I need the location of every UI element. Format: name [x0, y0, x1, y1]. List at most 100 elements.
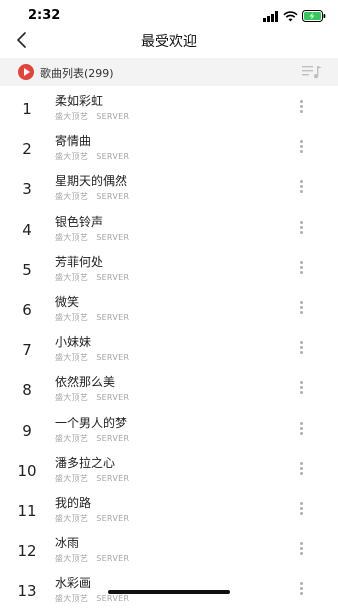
song-title: 芳菲何处	[55, 254, 104, 269]
song-artist: 盛大顶艺	[55, 192, 89, 202]
song-index: 5	[22, 260, 32, 279]
song-title: 寄情曲	[55, 134, 92, 149]
song-index: 7	[22, 341, 32, 360]
song-artist: 盛大顶艺	[55, 513, 89, 523]
song-artist: 盛大顶艺	[55, 433, 89, 443]
song-list-count-label: 歌曲列表(299)	[40, 67, 114, 80]
song-meta: 盛大顶艺 SERVER	[55, 433, 129, 444]
more-vertical-icon[interactable]	[298, 381, 304, 397]
song-title: 一个男人的梦	[55, 415, 128, 430]
home-indicator[interactable]	[108, 590, 230, 594]
more-vertical-icon[interactable]	[298, 100, 304, 116]
status-time: 2:32	[28, 8, 61, 23]
more-vertical-icon[interactable]	[298, 300, 304, 317]
song-title: 柔如彩虹	[55, 94, 104, 108]
song-artist: 盛大顶艺	[55, 473, 89, 483]
song-index: 9	[22, 421, 32, 440]
song-title: 潘多拉之心	[55, 455, 116, 470]
song-meta: 盛大顶艺 SERVER	[55, 352, 129, 363]
more-vertical-icon[interactable]	[298, 220, 304, 237]
song-row[interactable]: 7 小妹妹 盛大顶艺 SERVER	[0, 329, 338, 369]
song-source: SERVER	[96, 353, 130, 363]
song-source: SERVER	[96, 433, 130, 443]
song-index: 6	[22, 300, 32, 319]
song-artist: 盛大顶艺	[55, 554, 89, 564]
song-source: SERVER	[96, 192, 130, 202]
song-index: 13	[17, 582, 37, 601]
nav-bar: 最受欢迎	[0, 26, 338, 56]
song-index: 2	[22, 140, 32, 159]
song-row[interactable]: 2 寄情曲 盛大顶艺 SERVER	[0, 128, 338, 168]
more-vertical-icon[interactable]	[298, 341, 304, 357]
song-row[interactable]: 11 我的路 盛大顶艺 SERVER	[0, 490, 338, 530]
wifi-icon	[283, 10, 298, 21]
song-meta: 盛大顶艺 SERVER	[55, 473, 129, 484]
song-row[interactable]: 10 潘多拉之心 盛大顶艺 SERVER	[0, 450, 338, 490]
song-row[interactable]: 3 星期天的偶然 盛大顶艺 SERVER	[0, 168, 338, 208]
song-row[interactable]: 4 银色铃声 盛大顶艺 SERVER	[0, 209, 338, 249]
song-artist: 盛大顶艺	[55, 312, 89, 322]
song-source: SERVER	[96, 393, 130, 403]
more-vertical-icon[interactable]	[298, 260, 304, 277]
song-meta: 盛大顶艺 SERVER	[55, 553, 129, 564]
song-artist: 盛大顶艺	[55, 393, 89, 403]
song-source: SERVER	[96, 112, 130, 121]
song-source: SERVER	[96, 554, 130, 564]
song-title: 依然那么美	[55, 375, 116, 390]
song-meta: 盛大顶艺 SERVER	[55, 392, 129, 403]
more-vertical-icon[interactable]	[298, 421, 304, 438]
song-artist: 盛大顶艺	[55, 152, 89, 162]
song-title: 微笑	[55, 294, 80, 309]
song-meta: 盛大顶艺 SERVER	[55, 593, 129, 604]
song-meta: 盛大顶艺 SERVER	[55, 312, 129, 323]
battery-charging-icon	[302, 10, 326, 22]
more-vertical-icon[interactable]	[298, 501, 304, 518]
song-meta: 盛大顶艺 SERVER	[55, 272, 129, 283]
song-list-header: 歌曲列表(299)	[0, 58, 338, 86]
song-index: 12	[17, 542, 37, 561]
more-vertical-icon[interactable]	[298, 582, 304, 598]
song-artist: 盛大顶艺	[55, 112, 89, 121]
more-vertical-icon[interactable]	[298, 461, 304, 478]
song-row[interactable]: 12 冰雨 盛大顶艺 SERVER	[0, 530, 338, 570]
song-row[interactable]: 9 一个男人的梦 盛大顶艺 SERVER	[0, 410, 338, 450]
song-index: 4	[22, 220, 32, 239]
song-source: SERVER	[96, 594, 130, 604]
song-meta: 盛大顶艺 SERVER	[55, 232, 129, 243]
playlist-icon[interactable]	[302, 65, 322, 79]
song-index: 10	[17, 461, 37, 480]
song-source: SERVER	[96, 272, 130, 282]
song-row[interactable]: 6 微笑 盛大顶艺 SERVER	[0, 289, 338, 329]
song-title: 水彩画	[55, 576, 92, 591]
play-all-icon[interactable]	[18, 64, 34, 80]
song-meta: 盛大顶艺 SERVER	[55, 513, 129, 524]
song-source: SERVER	[96, 513, 130, 523]
song-artist: 盛大顶艺	[55, 594, 89, 604]
song-title: 银色铃声	[55, 214, 104, 229]
song-meta: 盛大顶艺 SERVER	[55, 191, 129, 202]
song-list: 1 柔如彩虹 盛大顶艺 SERVER 2 寄情曲 盛大顶艺 SERVER 3 星期天…	[0, 88, 338, 610]
more-vertical-icon[interactable]	[298, 140, 304, 156]
song-title: 小妹妹	[55, 335, 92, 350]
more-vertical-icon[interactable]	[298, 542, 304, 558]
song-title: 冰雨	[55, 536, 80, 551]
song-index: 11	[17, 501, 37, 520]
song-meta: 盛大顶艺 SERVER	[55, 151, 129, 162]
song-source: SERVER	[96, 232, 130, 242]
song-index: 8	[22, 381, 32, 400]
song-title: 我的路	[55, 495, 92, 510]
song-source: SERVER	[96, 152, 130, 162]
song-source: SERVER	[96, 312, 130, 322]
song-source: SERVER	[96, 473, 130, 483]
song-index: 1	[22, 100, 32, 118]
song-artist: 盛大顶艺	[55, 272, 89, 282]
song-row[interactable]: 5 芳菲何处 盛大顶艺 SERVER	[0, 249, 338, 289]
song-meta: 盛大顶艺 SERVER	[55, 111, 129, 122]
more-vertical-icon[interactable]	[298, 180, 304, 196]
song-row[interactable]: 1 柔如彩虹 盛大顶艺 SERVER	[0, 88, 338, 128]
cellular-signal-icon	[263, 10, 278, 22]
status-icons	[263, 9, 326, 23]
song-title: 星期天的偶然	[55, 174, 128, 189]
song-artist: 盛大顶艺	[55, 232, 89, 242]
song-row[interactable]: 8 依然那么美 盛大顶艺 SERVER	[0, 369, 338, 409]
